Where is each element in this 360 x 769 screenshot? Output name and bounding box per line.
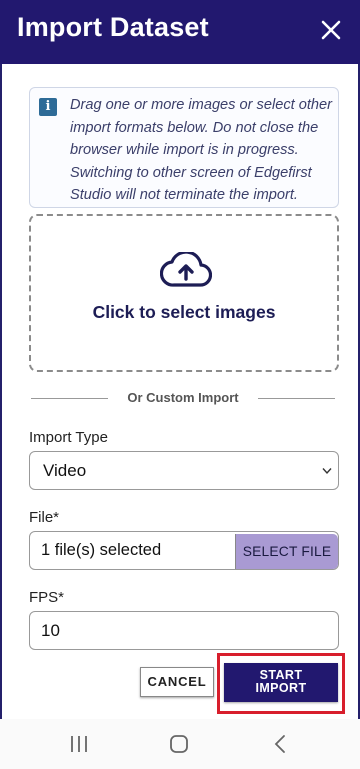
select-file-button[interactable]: SELECT FILE	[235, 534, 338, 569]
import-dialog: i Drag one or more images or select othe…	[0, 64, 360, 719]
custom-import-divider: Or Custom Import	[31, 390, 335, 408]
fps-input[interactable]: 10	[29, 611, 339, 650]
dropzone-label: Click to select images	[92, 302, 276, 322]
home-icon[interactable]	[168, 733, 190, 755]
import-type-value: Video	[43, 461, 87, 480]
fps-value: 10	[41, 621, 60, 640]
cloud-upload-icon	[160, 252, 212, 287]
import-type-label: Import Type	[29, 429, 108, 446]
file-label: File*	[29, 509, 60, 526]
start-import-label-line2: IMPORT	[255, 681, 307, 695]
import-type-select[interactable]: Video	[29, 451, 339, 490]
back-icon[interactable]	[270, 733, 292, 755]
start-import-button[interactable]: START IMPORT	[224, 663, 338, 702]
dialog-header: Import Dataset	[0, 0, 360, 64]
info-box: i Drag one or more images or select othe…	[29, 87, 339, 208]
info-icon: i	[39, 98, 57, 116]
close-icon	[321, 20, 341, 40]
android-navigation-bar	[0, 719, 360, 769]
fps-label: FPS*	[29, 589, 65, 606]
info-text: Drag one or more images or select other …	[70, 97, 332, 204]
close-button[interactable]	[314, 13, 348, 47]
divider-line-right	[258, 398, 335, 399]
chevron-down-icon	[322, 468, 332, 475]
dialog-title: Import Dataset	[17, 12, 209, 42]
recent-apps-icon[interactable]	[68, 733, 90, 755]
cancel-button[interactable]: CANCEL	[140, 667, 214, 697]
file-value: 1 file(s) selected	[41, 541, 162, 559]
image-dropzone[interactable]: Click to select images	[29, 214, 339, 372]
